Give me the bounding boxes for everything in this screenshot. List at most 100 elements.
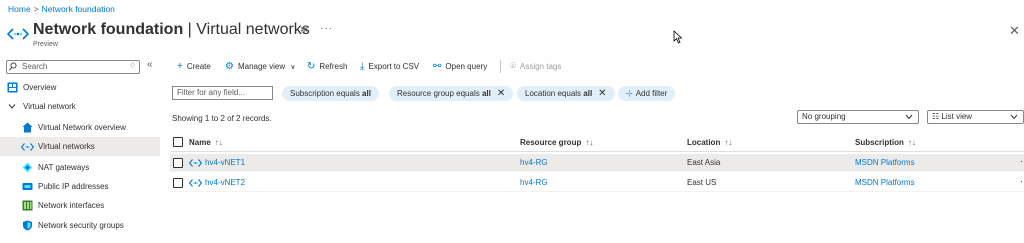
filter-pill-text: Location equals xyxy=(525,89,584,98)
sort-icon[interactable]: ↑↓ xyxy=(585,138,593,147)
sidebar-item-network-interfaces[interactable]: Network interfaces xyxy=(0,196,160,215)
chevron-down-icon xyxy=(1010,114,1018,120)
view-dropdown[interactable]: ☷ List view xyxy=(927,110,1024,124)
column-header-resource-group[interactable]: Resource group ↑↓ xyxy=(520,138,593,147)
gear-icon: ⚙ xyxy=(225,61,234,72)
breadcrumb: Home > Network foundation xyxy=(8,4,115,14)
sidebar-item-label: Virtual network xyxy=(23,102,76,111)
filter-pill-resource-group[interactable]: Resource group equals all ✕ xyxy=(389,86,514,101)
sidebar-group-virtual-network[interactable]: Virtual network xyxy=(0,97,160,116)
toolbar-divider xyxy=(500,60,501,73)
column-header-label: Resource group xyxy=(520,138,582,147)
row-checkbox[interactable] xyxy=(173,178,183,188)
refresh-button[interactable]: ↻ Refresh xyxy=(307,61,347,72)
tag-icon: ⌾ xyxy=(510,61,516,72)
table-row[interactable]: hv4-vNET1 hv4-RG East Asia MSDN Platform… xyxy=(170,154,1024,172)
sidebar-item-nat-gateways[interactable]: NAT gateways xyxy=(0,158,160,177)
sort-icon[interactable]: ↑↓ xyxy=(908,138,916,147)
query-icon: ⚯ xyxy=(433,61,442,72)
export-csv-label: Export to CSV xyxy=(368,62,420,71)
sidebar-item-network-security-groups[interactable]: Network security groups xyxy=(0,216,160,235)
close-icon[interactable]: ✕ xyxy=(1009,23,1020,39)
vnet-icon xyxy=(189,179,202,187)
sidebar-item-overview[interactable]: Overview xyxy=(0,78,160,97)
sort-icon[interactable]: ↑↓ xyxy=(724,138,732,147)
breadcrumb-network-foundation-link[interactable]: Network foundation xyxy=(42,4,115,14)
plus-icon: + xyxy=(177,61,183,72)
vnet-icon xyxy=(189,159,202,167)
mouse-cursor-icon xyxy=(673,30,683,44)
breadcrumb-home-link[interactable]: Home xyxy=(8,4,31,14)
filter-input[interactable]: Filter for any field... xyxy=(172,86,273,100)
nsg-icon xyxy=(23,220,32,231)
column-header-label: Name xyxy=(189,138,211,147)
sidebar-item-label: Virtual networks xyxy=(38,142,95,151)
location-cell: East US xyxy=(687,178,717,187)
table-row[interactable]: hv4-vNET2 hv4-RG East US MSDN Platforms … xyxy=(170,174,1024,192)
table-header-divider xyxy=(170,151,1024,152)
subscription-link[interactable]: MSDN Platforms xyxy=(855,158,915,167)
virtual-network-icon xyxy=(7,28,29,40)
row-more-icon[interactable]: ··· xyxy=(1020,156,1024,166)
vnet-name-link[interactable]: hv4-vNET1 xyxy=(205,158,245,167)
add-filter-button[interactable]: ⊹ Add filter xyxy=(618,86,676,101)
add-filter-icon: ⊹ xyxy=(626,89,633,98)
filter-pill-text: Resource group equals xyxy=(397,89,482,98)
grouping-dropdown[interactable]: No grouping xyxy=(797,110,919,124)
pin-icon[interactable]: ✲ xyxy=(300,25,308,36)
assign-tags-label: Assign tags xyxy=(520,62,562,71)
column-header-location[interactable]: Location ↑↓ xyxy=(687,138,732,147)
add-filter-label: Add filter xyxy=(635,89,668,98)
subscription-link[interactable]: MSDN Platforms xyxy=(855,178,915,187)
view-value: List view xyxy=(941,112,973,121)
sidebar-item-virtual-network-overview[interactable]: Virtual Network overview xyxy=(0,118,160,137)
network-overview-icon xyxy=(22,122,33,133)
column-header-subscription[interactable]: Subscription ↑↓ xyxy=(855,138,916,147)
breadcrumb-separator: > xyxy=(33,4,39,14)
vnet-name-link[interactable]: hv4-vNET2 xyxy=(205,178,245,187)
assign-tags-button[interactable]: ⌾ Assign tags xyxy=(510,61,561,72)
public-ip-icon xyxy=(22,183,33,190)
row-more-icon[interactable]: ··· xyxy=(1020,176,1024,186)
more-options-icon[interactable]: ··· xyxy=(320,23,333,34)
resource-group-link[interactable]: hv4-RG xyxy=(520,178,548,187)
chevron-down-icon xyxy=(905,114,913,120)
export-csv-button[interactable]: ⤓ Export to CSV xyxy=(360,61,419,72)
sidebar-item-label: Public IP addresses xyxy=(38,182,109,191)
manage-view-button[interactable]: ⚙ Manage view ∨ xyxy=(225,61,295,72)
remove-filter-icon[interactable]: ✕ xyxy=(598,88,606,99)
column-header-name[interactable]: Name ↑↓ xyxy=(189,138,223,147)
refresh-label: Refresh xyxy=(319,62,348,71)
sidebar-item-public-ip-addresses[interactable]: Public IP addresses xyxy=(0,177,160,196)
row-checkbox[interactable] xyxy=(173,158,183,168)
records-count: Showing 1 to 2 of 2 records. xyxy=(172,114,272,123)
resource-group-link[interactable]: hv4-RG xyxy=(520,158,548,167)
create-label: Create xyxy=(186,62,211,71)
sort-icon[interactable]: ↑↓ xyxy=(215,138,223,147)
select-all-checkbox[interactable] xyxy=(173,137,183,147)
remove-filter-icon[interactable]: ✕ xyxy=(497,88,505,99)
filter-pill-location[interactable]: Location equals all ✕ xyxy=(517,86,615,101)
filter-pill-text: Subscription equals xyxy=(290,89,363,98)
sidebar-settings-icon[interactable]: ♢ xyxy=(129,61,136,70)
overview-icon xyxy=(7,82,18,93)
filter-pill-subscription[interactable]: Subscription equals all xyxy=(282,86,379,101)
page-title-rest: | Virtual networks xyxy=(183,21,310,38)
page-title: Network foundation | Virtual networks xyxy=(33,21,310,39)
nat-gateway-icon xyxy=(22,162,33,173)
download-icon: ⤓ xyxy=(360,61,365,72)
collapse-sidebar-icon[interactable]: « xyxy=(147,59,153,70)
sidebar-item-virtual-networks[interactable]: Virtual networks xyxy=(0,137,160,156)
open-query-button[interactable]: ⚯ Open query xyxy=(433,61,487,72)
search-icon xyxy=(9,62,17,71)
create-button[interactable]: + Create xyxy=(177,61,211,72)
sidebar-item-label: NAT gateways xyxy=(38,163,90,172)
chevron-down-icon: ∨ xyxy=(290,64,296,71)
sidebar-search-input[interactable]: Search xyxy=(6,60,140,74)
column-header-label: Subscription xyxy=(855,138,904,147)
list-view-icon: ☷ xyxy=(932,112,940,121)
manage-view-label: Manage view xyxy=(237,62,286,71)
chevron-down-icon xyxy=(8,104,16,109)
vnet-icon xyxy=(21,143,34,151)
sidebar-item-label: Overview xyxy=(23,83,57,92)
